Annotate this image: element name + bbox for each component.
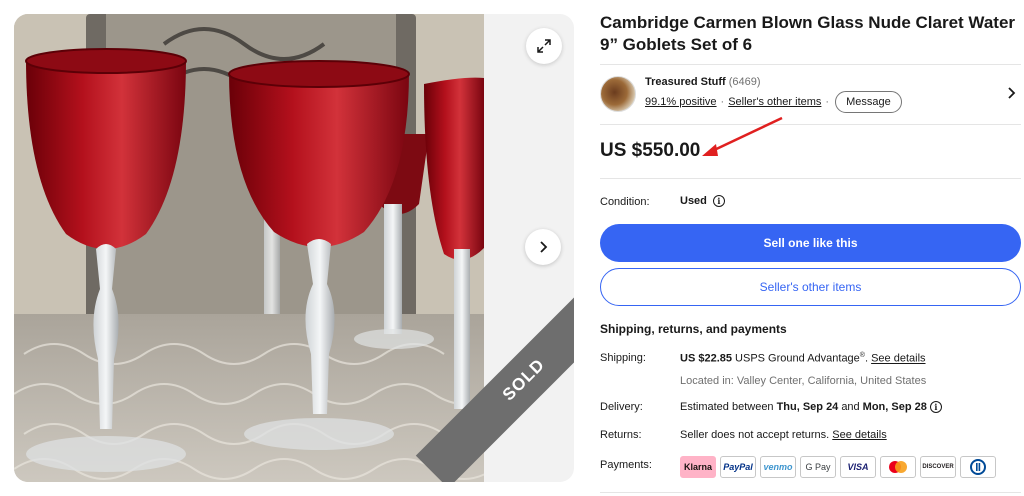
shipping-label: Shipping:: [600, 352, 646, 364]
sold-ribbon-container: SOLD: [374, 282, 574, 482]
google-pay-icon: G Pay: [800, 456, 836, 478]
sellers-other-items-button[interactable]: Seller's other items: [600, 268, 1021, 306]
delivery-start-date: Thu, Sep 24: [776, 401, 839, 413]
period: .: [864, 352, 869, 365]
mastercard-icon: [880, 456, 916, 478]
message-seller-button[interactable]: Message: [835, 91, 902, 113]
returns-see-details-link[interactable]: See details: [832, 429, 886, 441]
expand-icon: [537, 39, 551, 53]
payment-methods: Klarna PayPal venmo G Pay VISA DISCOVER: [680, 456, 996, 478]
sell-one-like-this-button[interactable]: Sell one like this: [600, 224, 1021, 262]
divider: [600, 492, 1021, 493]
delivery-label: Delivery:: [600, 401, 643, 413]
returns-text: Seller does not accept returns.: [680, 429, 830, 441]
item-price: US $550.00: [600, 140, 701, 161]
seller-links: 99.1% positive · Seller's other items · …: [645, 91, 902, 113]
condition-text: Used: [680, 195, 707, 207]
visa-icon: VISA: [840, 456, 876, 478]
shipping-cost: US $22.85: [680, 352, 732, 365]
item-title: Cambridge Carmen Blown Glass Nude Claret…: [600, 13, 1016, 54]
info-icon[interactable]: i: [712, 195, 725, 207]
divider: [600, 178, 1021, 179]
chevron-right-icon[interactable]: [1006, 86, 1016, 100]
delivery-end-date: Mon, Sep 28: [862, 401, 927, 413]
diners-club-logo-icon: [970, 459, 986, 475]
seller-feedback-count: (6469): [728, 76, 761, 88]
seller-name-line: Treasured Stuff (6469): [645, 76, 761, 88]
discover-icon: DISCOVER: [920, 456, 956, 478]
delivery-value: Estimated between Thu, Sep 24 and Mon, S…: [680, 401, 942, 413]
returns-label: Returns:: [600, 429, 642, 441]
divider: [600, 124, 1021, 125]
mastercard-logo-icon: [889, 461, 907, 473]
item-location: Located in: Valley Center, California, U…: [680, 375, 927, 387]
condition-label: Condition:: [600, 196, 650, 208]
next-image-button[interactable]: [525, 229, 561, 265]
seller-card[interactable]: Treasured Stuff (6469) 99.1% positive · …: [600, 76, 1020, 116]
shipping-value: US $22.85 USPS Ground Advantage®. See de…: [680, 352, 926, 365]
info-icon[interactable]: i: [929, 401, 942, 413]
divider: [600, 64, 1021, 65]
seller-avatar[interactable]: [600, 76, 636, 112]
returns-value: Seller does not accept returns. See deta…: [680, 429, 887, 441]
annotation-arrow-icon: [702, 116, 783, 156]
delivery-prefix: Estimated between: [680, 401, 774, 413]
shipping-section-heading: Shipping, returns, and payments: [600, 322, 787, 336]
klarna-icon: Klarna: [680, 456, 716, 478]
item-details-panel: Cambridge Carmen Blown Glass Nude Claret…: [600, 0, 1021, 496]
separator-dot: ·: [720, 96, 725, 108]
image-gallery: SOLD: [14, 14, 574, 482]
fullscreen-button[interactable]: [526, 28, 562, 64]
shipping-see-details-link[interactable]: See details: [871, 353, 925, 365]
separator-dot: ·: [825, 96, 830, 108]
condition-value: Used i: [680, 195, 725, 207]
seller-other-items-link[interactable]: Seller's other items: [728, 96, 821, 108]
delivery-and: and: [841, 401, 860, 413]
paypal-icon: PayPal: [720, 456, 756, 478]
chevron-right-icon: [540, 241, 548, 253]
shipping-service: USPS Ground Advantage: [735, 352, 860, 365]
venmo-icon: venmo: [760, 456, 796, 478]
sold-ribbon: SOLD: [415, 282, 574, 482]
seller-name[interactable]: Treasured Stuff: [645, 76, 726, 88]
payments-label: Payments:: [600, 459, 652, 471]
positive-feedback-link[interactable]: 99.1% positive: [645, 96, 717, 108]
diners-club-icon: [960, 456, 996, 478]
